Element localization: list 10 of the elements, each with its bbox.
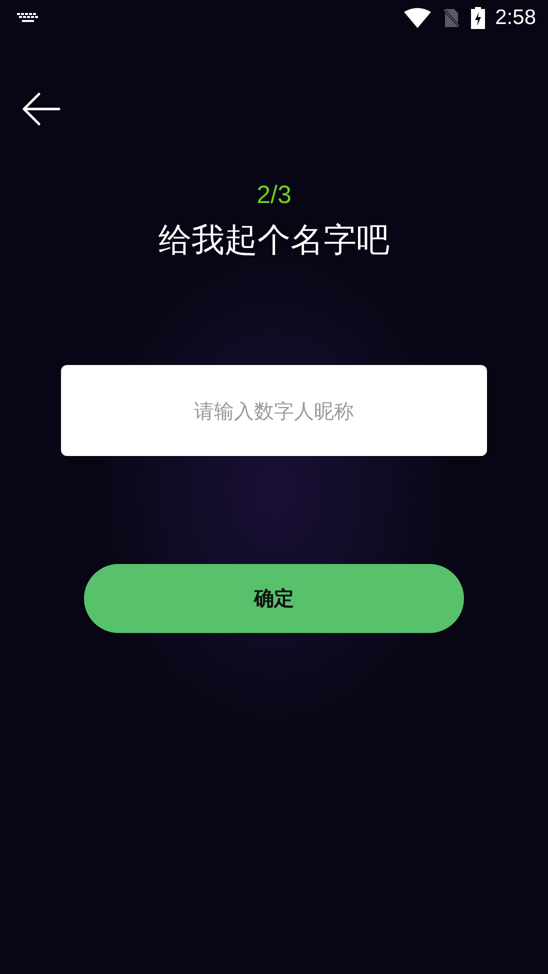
back-arrow-icon[interactable] bbox=[21, 92, 61, 126]
status-time: 2:58 bbox=[495, 6, 536, 30]
no-sim-icon bbox=[441, 8, 462, 28]
wifi-icon bbox=[404, 8, 432, 28]
keyboard-icon bbox=[17, 13, 39, 23]
nickname-input-field[interactable]: 请输入数字人昵称 bbox=[61, 365, 487, 456]
step-counter: 2/3 bbox=[256, 180, 292, 210]
confirm-button[interactable]: 确定 bbox=[84, 564, 464, 633]
battery-charging-icon bbox=[471, 7, 486, 29]
page-title: 给我起个名字吧 bbox=[158, 219, 390, 261]
